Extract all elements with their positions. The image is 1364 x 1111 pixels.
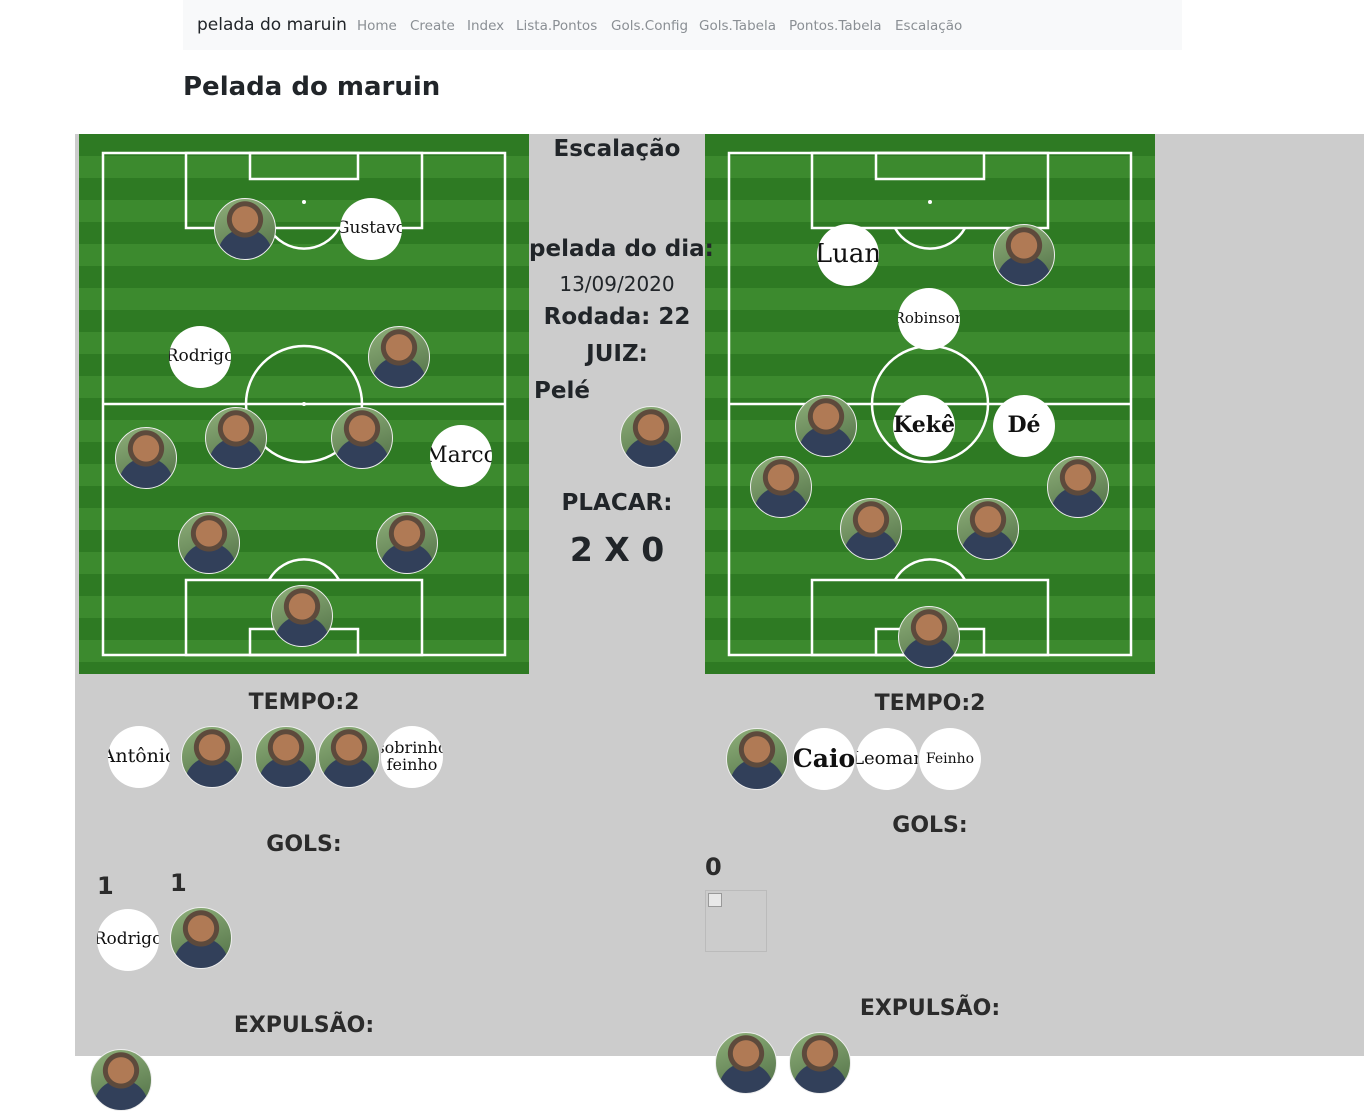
player-gustavo: Gustavo [340,198,402,260]
player-de: Dé [993,395,1055,457]
sub-caio: Caio [793,728,855,790]
nav-link-gols-config[interactable]: Gols.Config [611,18,688,34]
sub-sobrinho-feinho: sobrinho feinho [381,726,443,788]
referee-photo [620,406,682,468]
sub-photo [255,726,317,788]
referee-label: JUIZ: [586,341,648,367]
sub-photo [318,726,380,788]
sub-photo [181,726,243,788]
player-photo [840,498,902,560]
player-photo [795,395,857,457]
navbar-brand[interactable]: pelada do maruin [197,15,347,35]
player-photo [1047,456,1109,518]
left-expulsao-label: EXPULSÃO: [233,1013,375,1038]
player-photo [376,512,438,574]
player-keke: Kekê [893,395,955,457]
match-date: 13/09/2020 [559,272,675,296]
player-luan: Luan [817,224,879,286]
expelled-player-photo [789,1032,851,1094]
right-tempo: TEMPO:2 [874,691,986,716]
player-photo [957,498,1019,560]
goalkeeper-photo [898,606,960,668]
sub-leomar: Leomar [856,728,918,790]
nav-link-lista-pontos[interactable]: Lista.Pontos [516,18,597,34]
left-tempo: TEMPO:2 [248,690,360,715]
player-photo [750,456,812,518]
right-gols-label: GOLS: [892,813,968,838]
player-photo [115,427,177,489]
page-title: Pelada do maruin [183,72,441,102]
escalacao-heading: Escalação [553,136,681,162]
player-photo [214,198,276,260]
sub-photo [726,728,788,790]
expelled-player-photo [90,1049,152,1111]
player-marco: Marco [430,425,492,487]
sub-feinho: Feinho [919,728,981,790]
navbar: pelada do maruin Home Create Index Lista… [183,0,1182,50]
sub-antonio: Antônio [108,726,170,788]
nav-link-escalacao[interactable]: Escalação [895,18,962,34]
player-photo [205,407,267,469]
referee-name: Pelé [534,378,590,404]
player-rodrigo: Rodrigo [169,326,231,388]
expelled-player-photo [715,1032,777,1094]
goal-count: 1 [170,869,187,897]
nav-link-index[interactable]: Index [467,18,504,34]
goal-scorer-rodrigo: Rodrigo [97,909,159,971]
round-number: Rodada: 22 [543,304,691,330]
player-photo [331,407,393,469]
player-photo [178,512,240,574]
goal-scorer-photo [170,907,232,969]
goalkeeper-photo [271,585,333,647]
left-gols-label: GOLS: [266,832,342,857]
score-label: PLACAR: [561,490,673,516]
score: 2 X 0 [569,530,665,569]
nav-link-create[interactable]: Create [410,18,455,34]
player-robinson: Robinson [898,288,960,350]
nav-link-pontos-tabela[interactable]: Pontos.Tabela [789,18,882,34]
date-label: pelada do dia: [529,236,714,262]
nav-link-home[interactable]: Home [357,18,397,34]
player-photo [993,224,1055,286]
goal-count: 1 [97,872,114,900]
right-expulsao-label: EXPULSÃO: [859,996,1001,1021]
player-photo [368,326,430,388]
broken-image-icon [705,890,767,952]
goal-count: 0 [705,853,722,881]
nav-link-gols-tabela[interactable]: Gols.Tabela [699,18,776,34]
